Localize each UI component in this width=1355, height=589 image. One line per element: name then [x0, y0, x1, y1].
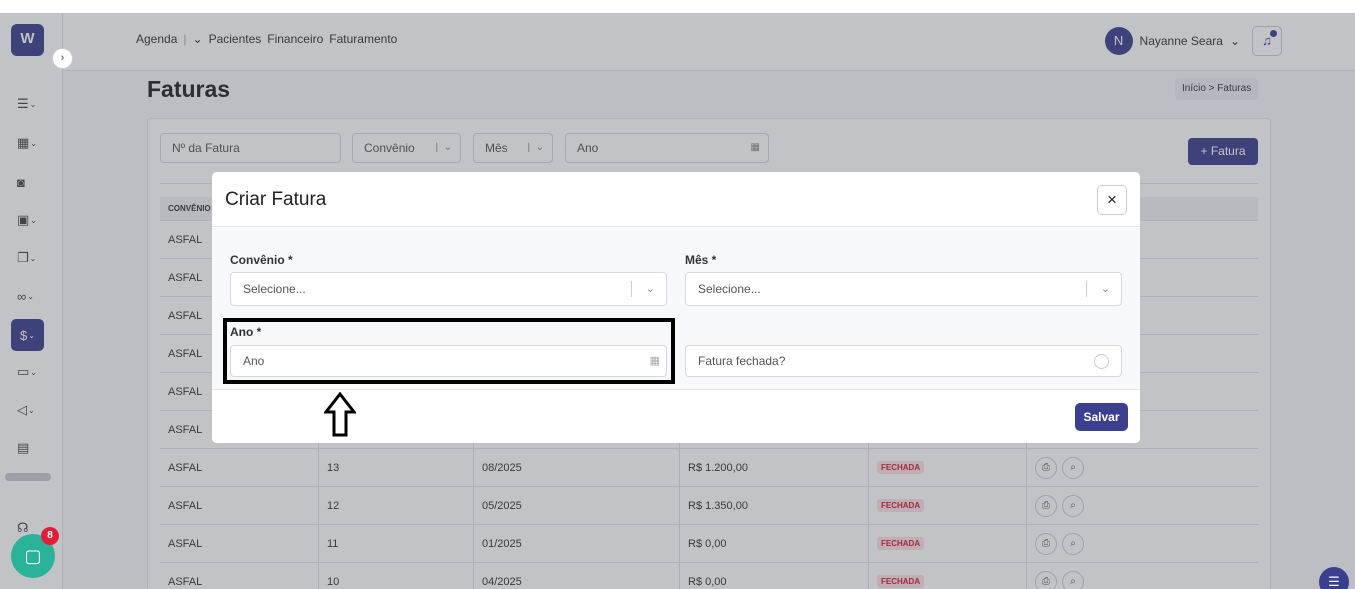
chevron-down-icon: ⌄ — [645, 283, 655, 295]
mes-select[interactable]: Selecione... ⌄ — [685, 272, 1122, 306]
select-divider — [1086, 281, 1087, 297]
convenio-select[interactable]: Selecione... ⌄ — [230, 272, 667, 306]
select-divider — [631, 281, 632, 297]
help-chat-button[interactable]: ☰ — [1319, 567, 1349, 589]
close-icon: × — [1107, 190, 1117, 209]
fatura-fechada-label: Fatura fechada? — [698, 354, 786, 368]
chevron-down-icon: ⌄ — [1100, 283, 1110, 295]
sidebar-toggle-button[interactable]: › — [52, 48, 73, 69]
modal-header: Criar Fatura × — [212, 172, 1140, 227]
convenio-select-placeholder: Selecione... — [243, 282, 306, 296]
mes-label: Mês * — [685, 253, 717, 267]
annotation-arrow-up-icon — [324, 392, 356, 437]
convenio-label: Convênio * — [230, 253, 293, 267]
annotation-highlight-box — [223, 318, 675, 384]
save-button[interactable]: Salvar — [1075, 403, 1128, 431]
chat-icon: ▢ — [24, 545, 42, 566]
mes-select-placeholder: Selecione... — [698, 282, 761, 296]
chat-badge: 8 — [41, 527, 59, 545]
fatura-fechada-toggle[interactable]: Fatura fechada? — [685, 345, 1122, 377]
modal-title: Criar Fatura — [225, 189, 327, 210]
close-button[interactable]: × — [1097, 185, 1127, 215]
fatura-fechada-radio[interactable] — [1094, 354, 1109, 369]
message-icon: ☰ — [1328, 574, 1340, 589]
